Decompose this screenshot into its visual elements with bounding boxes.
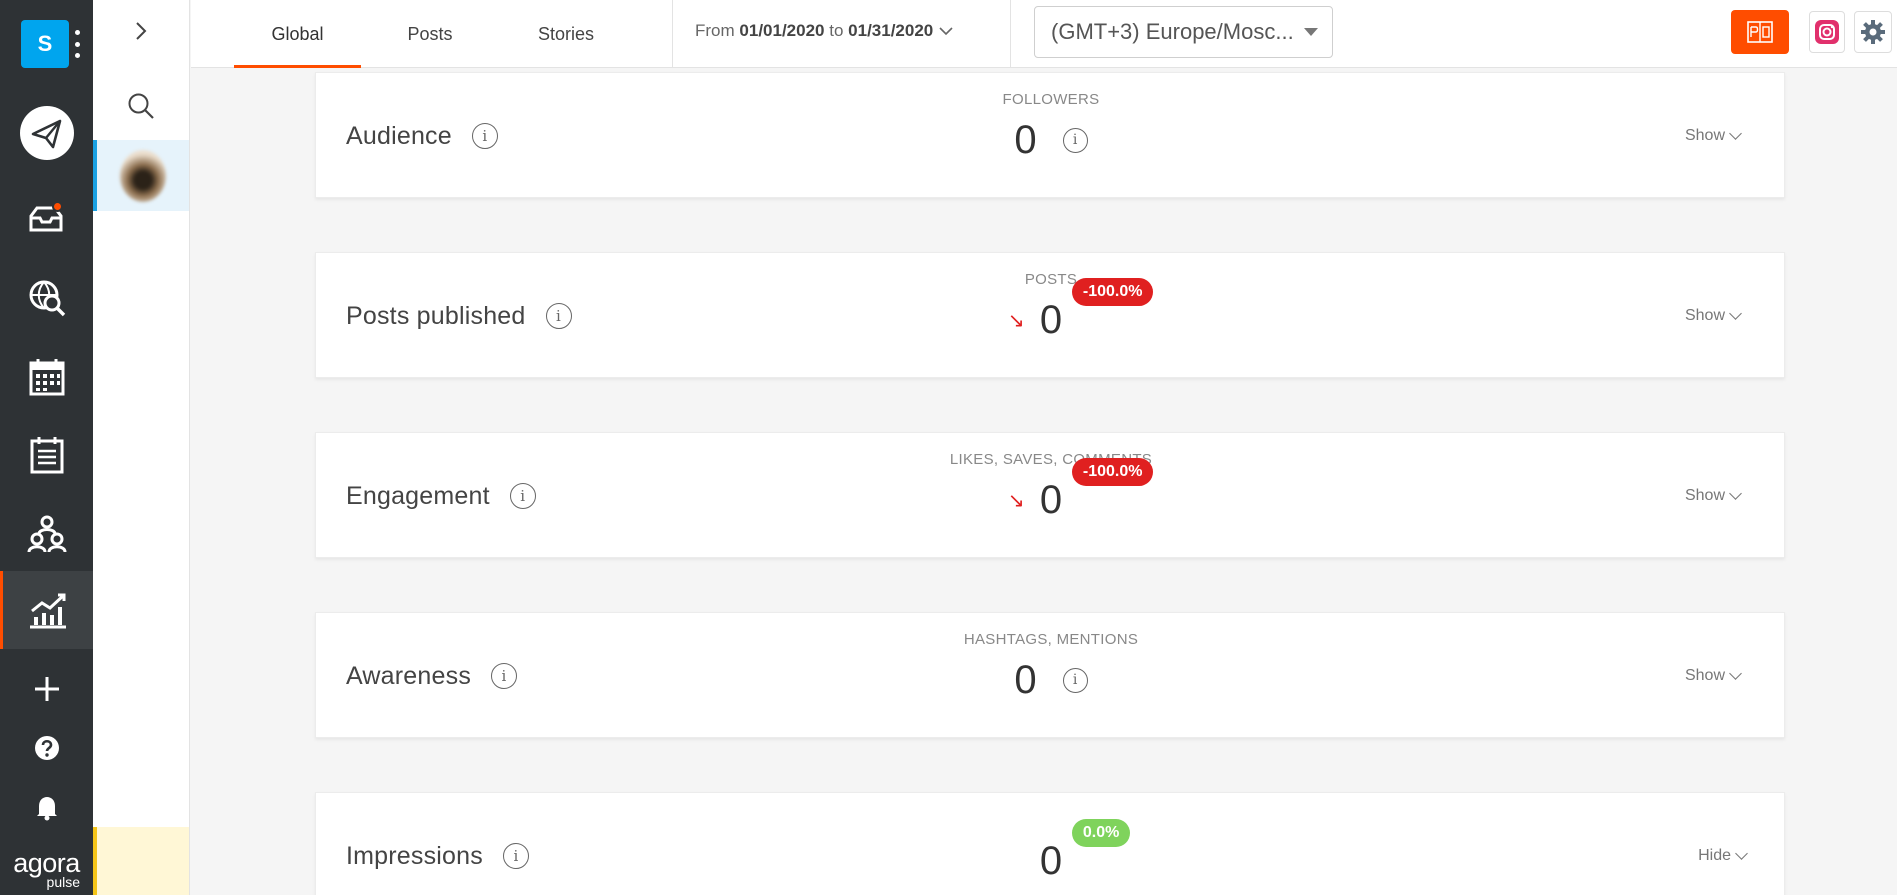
trend-down-icon: ↘ bbox=[1007, 310, 1025, 332]
settings-button[interactable] bbox=[1854, 11, 1892, 53]
awareness-card: Awareness i HASHTAGS, MENTIONS 0 i Show bbox=[315, 612, 1785, 738]
metric-label: FOLLOWERS bbox=[1002, 91, 1100, 108]
metric-block: POSTS ↘ 0 -100.0% bbox=[316, 271, 1786, 344]
metric-value: 0 bbox=[1039, 839, 1063, 883]
sidebar-item-calendar[interactable] bbox=[0, 342, 93, 412]
profile-search-button[interactable] bbox=[93, 80, 189, 132]
chevron-right-icon bbox=[136, 22, 147, 40]
impressions-card: Impressions i 0 0.0% Hide bbox=[315, 792, 1785, 895]
dropdown-caret-icon bbox=[1304, 28, 1318, 36]
main-sidebar: S agora pulse bbox=[0, 0, 93, 895]
chevron-down-icon bbox=[1729, 666, 1742, 680]
divider bbox=[1010, 0, 1011, 68]
metric-value: 0 bbox=[1014, 118, 1037, 162]
sidebar-item-add[interactable] bbox=[0, 654, 93, 724]
show-details-toggle[interactable]: Show bbox=[1685, 253, 1742, 379]
add-icon bbox=[34, 677, 59, 701]
metric-block: HASHTAGS, MENTIONS 0 i bbox=[316, 631, 1786, 704]
metric-value: 0 bbox=[1039, 298, 1063, 342]
powerpoint-icon bbox=[1747, 21, 1773, 43]
chevron-down-icon bbox=[1729, 486, 1742, 500]
reports-list-icon bbox=[30, 437, 63, 474]
calendar-icon bbox=[29, 359, 64, 396]
sidebar-item-analytics[interactable] bbox=[0, 571, 93, 649]
workspace-menu-icon[interactable] bbox=[74, 30, 80, 58]
show-details-toggle[interactable]: Show bbox=[1685, 613, 1742, 739]
sidebar-item-team[interactable] bbox=[0, 499, 93, 569]
change-badge: -100.0% bbox=[1071, 278, 1154, 306]
export-report-button[interactable] bbox=[1731, 10, 1789, 54]
inbox-notification-dot bbox=[52, 201, 63, 212]
sidebar-item-help[interactable] bbox=[0, 725, 93, 771]
metric-label: LIKES, SAVES, COMMENTS bbox=[949, 451, 1153, 468]
workspace-initial: S bbox=[37, 31, 53, 56]
show-details-toggle[interactable]: Show bbox=[1685, 433, 1742, 559]
metric-block: FOLLOWERS 0 i bbox=[316, 91, 1786, 164]
change-badge: -100.0% bbox=[1071, 458, 1154, 486]
show-details-toggle[interactable]: Show bbox=[1685, 73, 1742, 199]
sidebar-item-listening[interactable] bbox=[0, 263, 93, 333]
hide-details-toggle[interactable]: Hide bbox=[1698, 793, 1748, 895]
chevron-down-icon bbox=[1729, 126, 1742, 140]
agorapulse-logo: agora pulse bbox=[13, 848, 80, 890]
sidebar-item-reports-list[interactable] bbox=[0, 420, 93, 490]
timezone-select[interactable]: (GMT+3) Europe/Mosc... bbox=[1034, 6, 1333, 58]
profiles-panel bbox=[93, 0, 190, 895]
tab-posts[interactable]: Posts bbox=[381, 0, 479, 68]
analytics-icon bbox=[30, 593, 66, 629]
avatar bbox=[120, 149, 166, 202]
metric-block: 0 0.0% bbox=[316, 819, 1786, 885]
report-toolbar: Global Posts Stories From 01/01/2020 to … bbox=[191, 0, 1897, 68]
change-badge: 0.0% bbox=[1071, 819, 1131, 847]
profile-item-selected[interactable] bbox=[93, 140, 189, 211]
divider bbox=[672, 0, 673, 68]
info-icon[interactable]: i bbox=[1062, 667, 1088, 693]
sidebar-item-notifications[interactable] bbox=[0, 785, 93, 831]
audience-card: Audience i FOLLOWERS 0 i Show bbox=[315, 72, 1785, 198]
trend-down-icon: ↘ bbox=[1007, 490, 1025, 512]
metric-value: 0 bbox=[1039, 478, 1063, 522]
metric-value: 0 bbox=[1014, 658, 1037, 702]
metric-label: POSTS bbox=[1024, 271, 1078, 288]
engagement-card: Engagement i LIKES, SAVES, COMMENTS ↘ 0 -… bbox=[315, 432, 1785, 558]
posts-published-card: Posts published i POSTS ↘ 0 -100.0% Show bbox=[315, 252, 1785, 378]
team-icon bbox=[27, 515, 66, 553]
tab-global[interactable]: Global bbox=[234, 0, 361, 68]
info-icon[interactable]: i bbox=[1062, 127, 1088, 153]
instagram-profile-button[interactable] bbox=[1809, 11, 1845, 53]
instagram-icon bbox=[1815, 20, 1839, 44]
chevron-down-icon bbox=[939, 27, 953, 36]
date-from: 01/01/2020 bbox=[739, 21, 825, 40]
help-icon bbox=[34, 736, 59, 760]
gear-icon bbox=[1861, 20, 1885, 44]
metric-block: LIKES, SAVES, COMMENTS ↘ 0 -100.0% bbox=[316, 451, 1786, 524]
chevron-down-icon bbox=[1729, 306, 1742, 320]
date-to: 01/31/2020 bbox=[848, 21, 934, 40]
trial-banner[interactable] bbox=[93, 827, 189, 895]
date-range-picker[interactable]: From 01/01/2020 to 01/31/2020 bbox=[695, 0, 953, 62]
sidebar-item-publish[interactable] bbox=[0, 98, 93, 168]
chevron-down-icon bbox=[1735, 846, 1748, 860]
sidebar-item-inbox[interactable] bbox=[0, 184, 93, 254]
expand-panel-button[interactable] bbox=[93, 0, 189, 62]
metric-label: HASHTAGS, MENTIONS bbox=[963, 631, 1139, 648]
listening-icon bbox=[29, 280, 65, 317]
publish-icon bbox=[19, 106, 74, 160]
search-icon bbox=[128, 93, 154, 119]
workspace-button[interactable]: S bbox=[21, 20, 69, 68]
tab-stories[interactable]: Stories bbox=[521, 0, 611, 68]
notifications-icon bbox=[36, 797, 57, 821]
